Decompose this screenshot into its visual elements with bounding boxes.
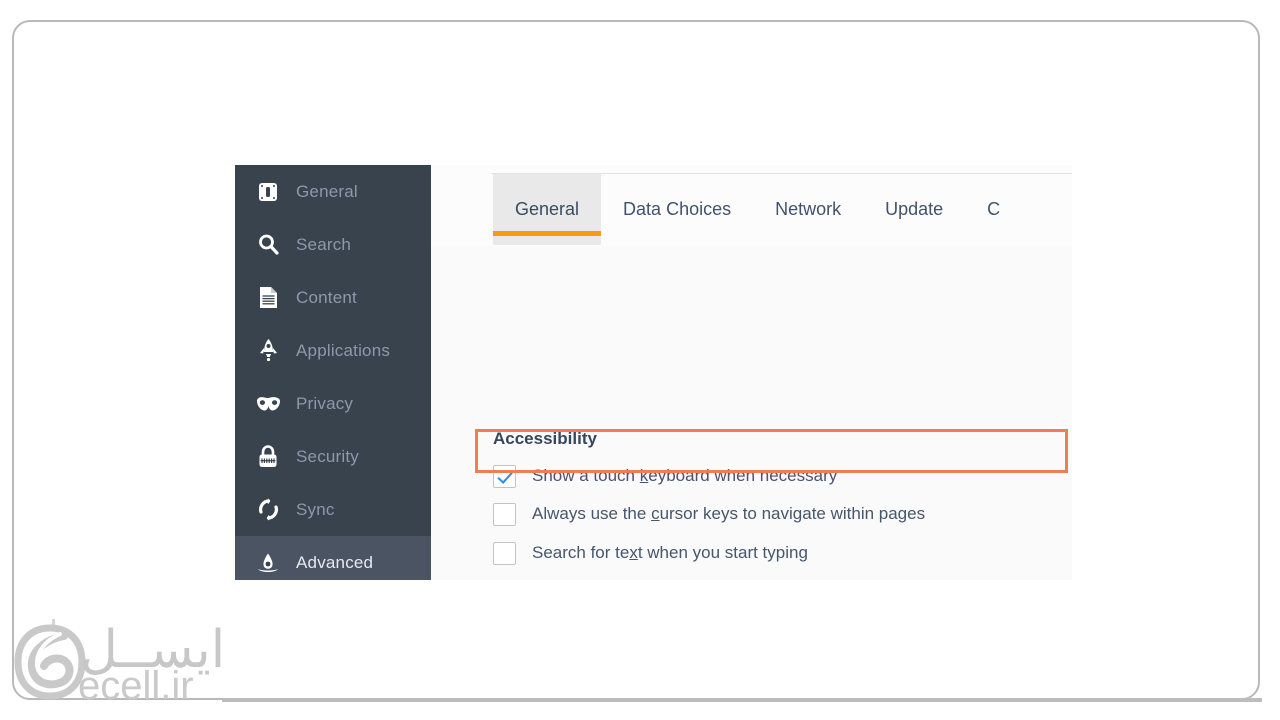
tab-label: Data Choices	[623, 199, 732, 219]
outer-frame: General Search Content Applications Priv…	[12, 20, 1260, 700]
applications-icon	[254, 337, 282, 365]
preferences-window-screenshot: General Search Content Applications Priv…	[235, 165, 1072, 580]
search-icon	[254, 231, 282, 259]
checkbox-row-touch-keyboard[interactable]: Show a touch keyboard when necessary	[493, 463, 837, 489]
sync-icon	[254, 496, 282, 524]
sidebar-item-label: Search	[296, 234, 352, 254]
checkbox-touch-keyboard[interactable]	[493, 464, 516, 488]
watermark-logo: ایســل ecell.ir	[8, 618, 238, 708]
security-lock-icon	[254, 443, 282, 471]
sidebar-item-label: General	[296, 181, 358, 201]
tab-update[interactable]: Update	[863, 174, 965, 245]
content-icon	[254, 284, 282, 312]
tab-label: Update	[885, 199, 944, 219]
privacy-mask-icon	[254, 390, 282, 418]
checkbox-find-as-you-type[interactable]	[493, 541, 516, 565]
checkbox-row-warn-redirect[interactable]: Warn you when websites try to redirect o…	[493, 579, 967, 580]
sidebar-item-sync[interactable]: Sync	[235, 483, 431, 536]
checkbox-label-cursor-keys: Always use the cursor keys to navigate w…	[532, 504, 926, 523]
tab-label: C	[987, 199, 1001, 219]
advanced-icon	[254, 549, 282, 577]
checkbox-label-find-as-you-type: Search for text when you start typing	[532, 543, 808, 562]
tab-network[interactable]: Network	[753, 174, 863, 245]
sidebar-item-security[interactable]: Security	[235, 430, 431, 483]
tab-label: Network	[775, 199, 842, 219]
bottom-rule	[222, 698, 1262, 702]
sidebar-item-label: Content	[296, 287, 357, 307]
sidebar-item-label: Sync	[296, 499, 335, 519]
sidebar-item-content[interactable]: Content	[235, 271, 431, 324]
checkbox-label-touch-keyboard: Show a touch keyboard when necessary	[532, 466, 838, 485]
checkbox-row-find-as-you-type[interactable]: Search for text when you start typing	[493, 540, 808, 566]
tab-data-choices[interactable]: Data Choices	[601, 174, 753, 245]
checkbox-row-cursor-keys[interactable]: Always use the cursor keys to navigate w…	[493, 501, 925, 527]
checkbox-cursor-keys[interactable]	[493, 502, 516, 526]
tab-label: General	[515, 199, 580, 219]
sidebar-item-applications[interactable]: Applications	[235, 324, 431, 377]
sidebar-item-label: Security	[296, 446, 360, 466]
accessibility-heading: Accessibility	[493, 429, 597, 448]
sidebar-item-label: Advanced	[296, 552, 374, 572]
watermark-swirl-icon	[14, 624, 86, 705]
preferences-sidebar: General Search Content Applications Priv…	[235, 165, 431, 580]
sidebar-item-general[interactable]: General	[235, 165, 431, 218]
tab-general[interactable]: General	[493, 174, 602, 245]
general-icon	[254, 178, 282, 206]
sidebar-item-search[interactable]: Search	[235, 218, 431, 271]
preferences-content-pane: General Data Choices Network Update C Ac…	[431, 165, 1072, 580]
settings-body: Accessibility Show a touch keyboard when…	[431, 246, 1072, 580]
preferences-tabbar: General Data Choices Network Update C	[431, 165, 1072, 247]
sidebar-item-label: Privacy	[296, 393, 354, 413]
sidebar-item-advanced[interactable]: Advanced	[235, 536, 431, 580]
watermark-latin-text: ecell.ir	[78, 664, 194, 708]
sidebar-item-privacy[interactable]: Privacy	[235, 377, 431, 430]
tab-certificates-truncated[interactable]: C	[965, 174, 1022, 245]
sidebar-item-label: Applications	[296, 340, 391, 360]
tab-list: General Data Choices Network Update C	[493, 174, 1022, 245]
